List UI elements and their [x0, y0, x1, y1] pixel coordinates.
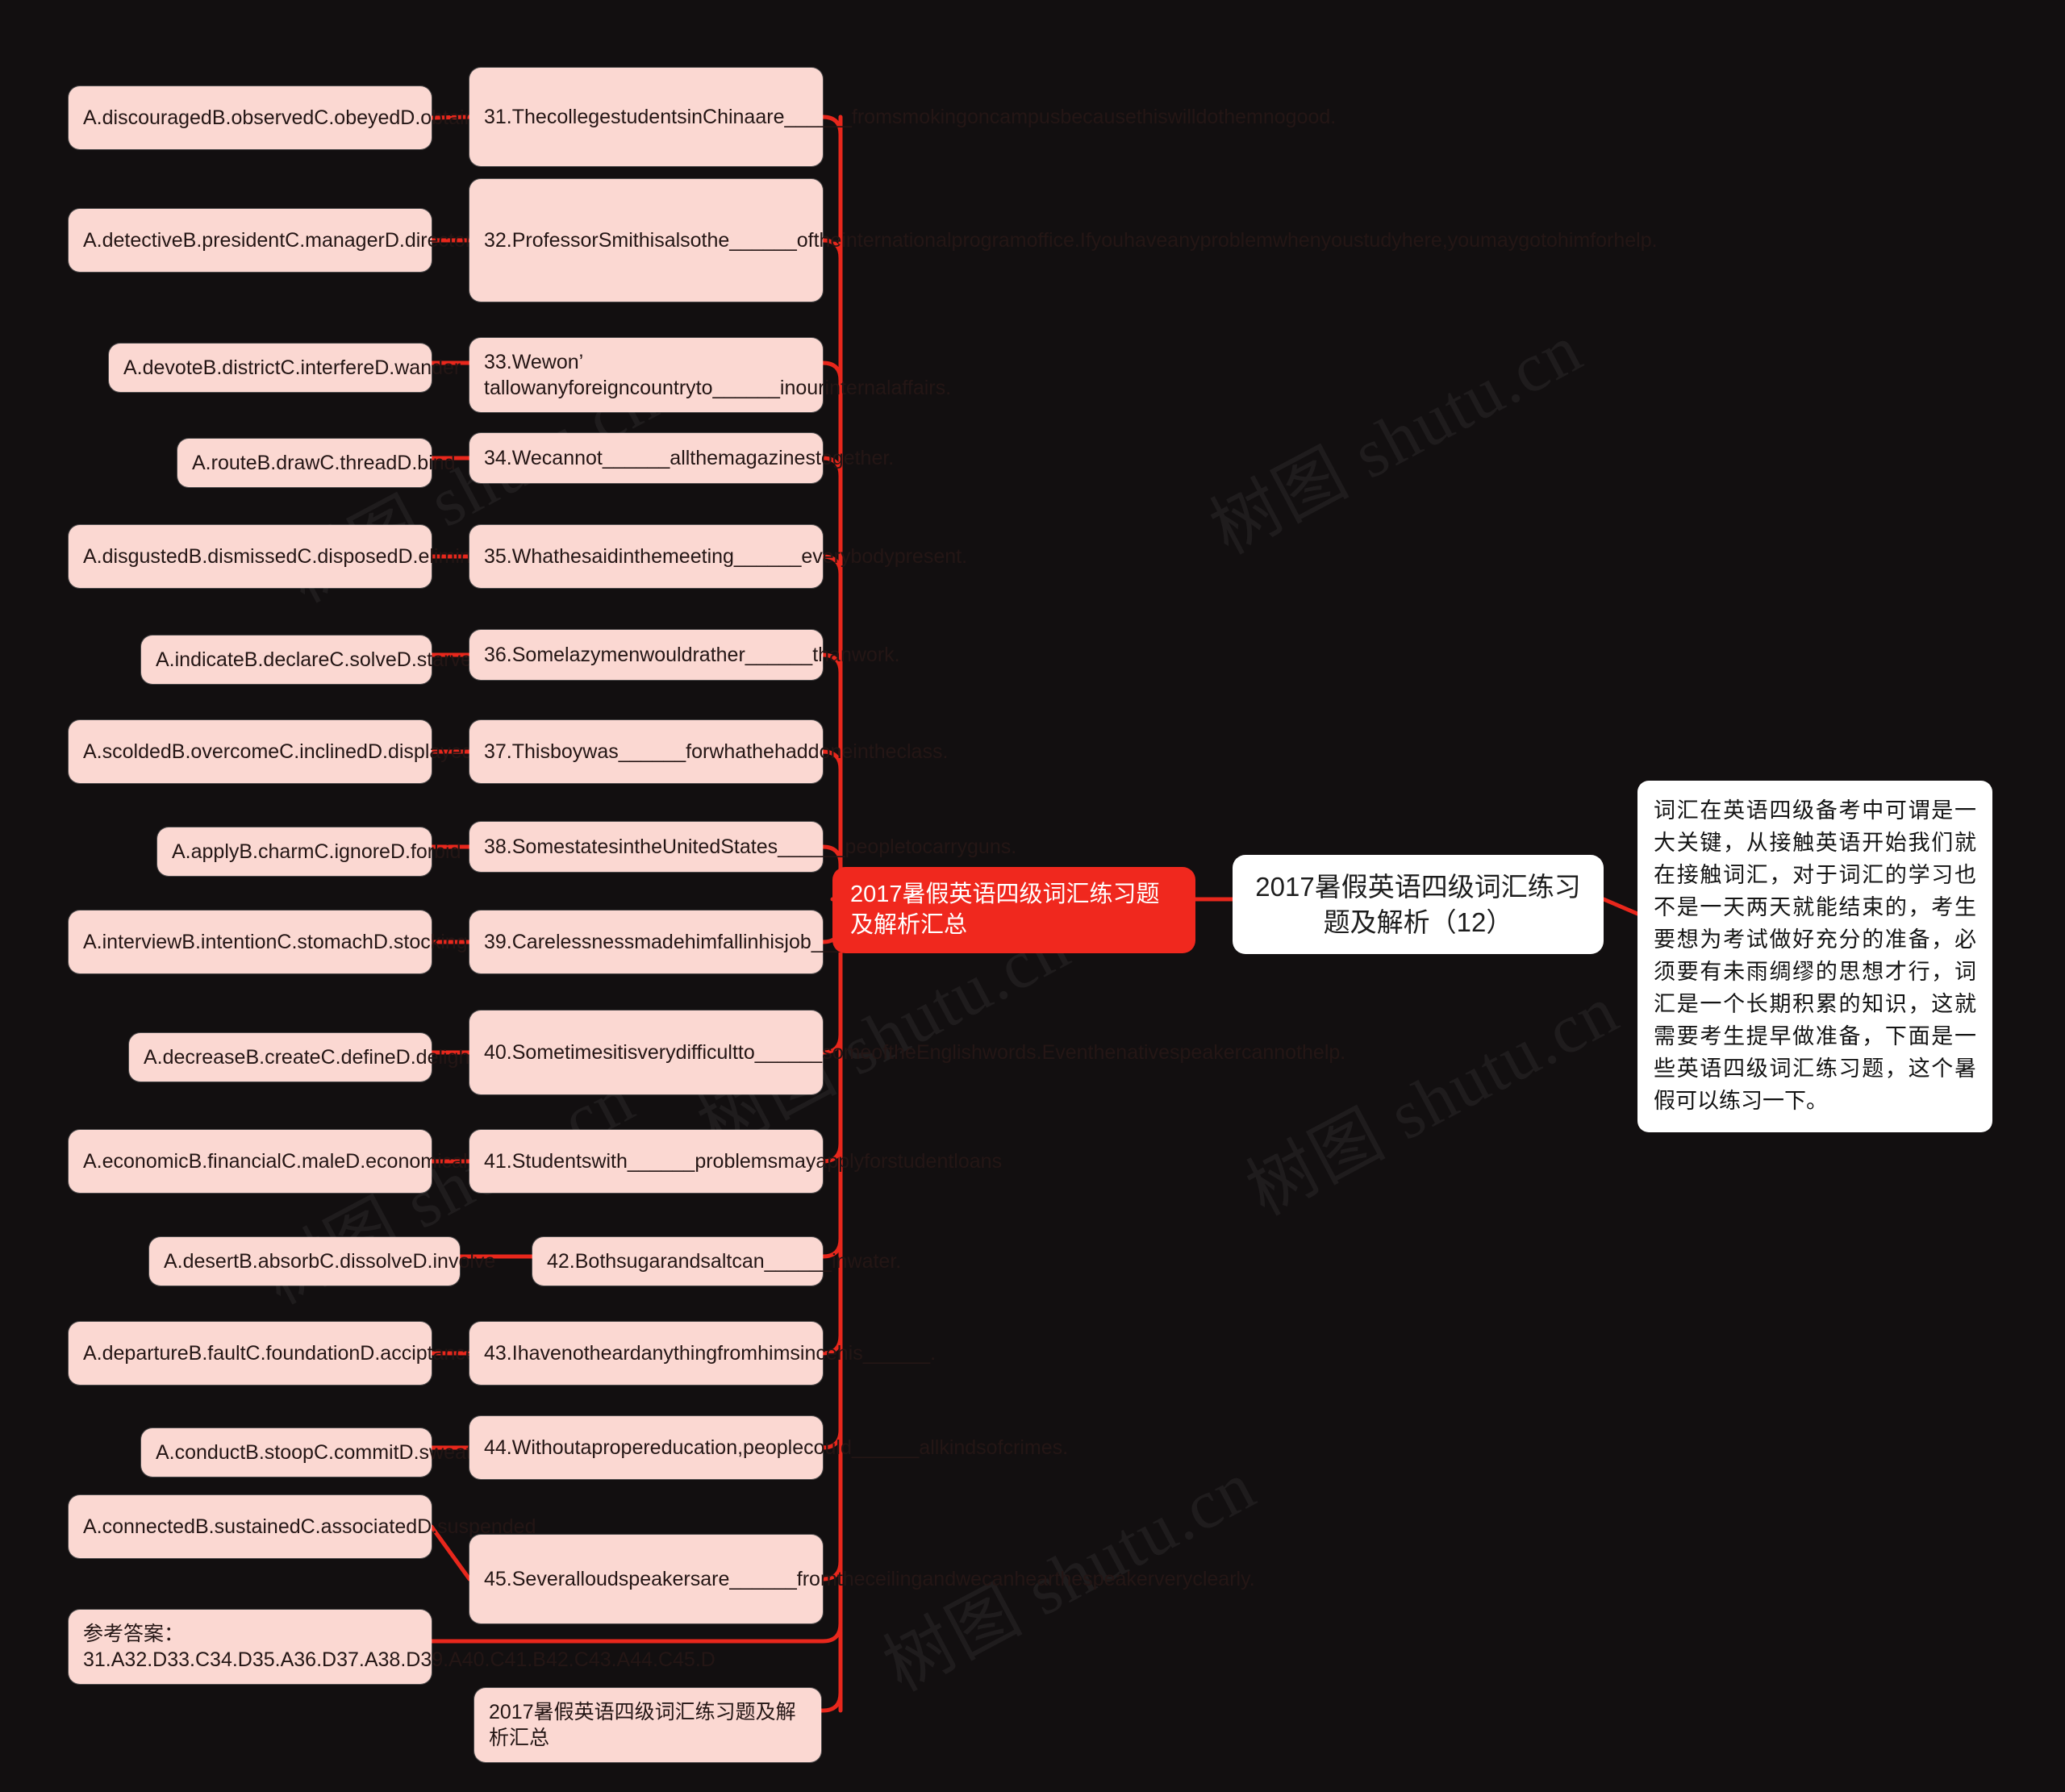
option-node-label: A.disgustedB.dismissedC.disposedD.elimin…: [83, 545, 511, 568]
question-node-label: 31.ThecollegestudentsinChinaare______fro…: [484, 106, 1337, 128]
question-node-label: 35.Whathesaidinthemeeting______everybody…: [484, 545, 968, 568]
question-node[interactable]: 39.Carelessnessmadehimfallinhisjob______…: [469, 911, 885, 973]
root-node[interactable]: 2017暑假英语四级词汇练习题及解析汇总: [832, 867, 1195, 954]
question-node[interactable]: 33.Wewon’ tallowanyforeigncountryto_____…: [469, 338, 952, 412]
question-node[interactable]: 43.Ihavenotheardanythingfromhimsincehis_…: [469, 1322, 937, 1385]
option-node[interactable]: A.disgustedB.dismissedC.disposedD.elimin…: [69, 525, 511, 588]
option-node[interactable]: 参考答案：31.A32.D33.C34.D35.A36.D37.A38.D39.…: [69, 1610, 715, 1684]
option-node[interactable]: A.connectedB.sustainedC.associatedD.susp…: [69, 1495, 536, 1558]
question-node-label: 39.Carelessnessmadehimfallinhisjob______…: [484, 931, 885, 953]
option-node-label: A.discouragedB.observedC.obeyedD.obtaine…: [83, 106, 499, 129]
title-node-label: 2017暑假英语四级词汇练习题及解析（12）: [1255, 872, 1581, 937]
question-node[interactable]: 32.ProfessorSmithisalsothe______oftheint…: [469, 179, 1658, 302]
question-node[interactable]: 36.Somelazymenwouldrather______thanwork.: [469, 630, 900, 680]
option-node-label: 参考答案：31.A32.D33.C34.D35.A36.D37.A38.D39.…: [83, 1623, 715, 1671]
option-node-label: A.interviewB.intentionC.stomachD.stockin…: [83, 931, 468, 953]
summary-bottom-label: 2017暑假英语四级词汇练习题及解析汇总: [489, 1701, 796, 1749]
question-node[interactable]: 42.Bothsugarandsaltcan______inwater.: [532, 1237, 902, 1286]
question-node[interactable]: 35.Whathesaidinthemeeting______everybody…: [469, 525, 968, 588]
question-node-label: 45.Severalloudspeakersare______fromthece…: [484, 1568, 1255, 1590]
option-node-label: A.scoldedB.overcomeC.inclinedD.displayed: [83, 740, 473, 763]
option-node-label: A.devoteB.districtC.interfereD.wander: [123, 356, 461, 379]
title-node[interactable]: 2017暑假英语四级词汇练习题及解析（12）: [1233, 855, 1604, 955]
question-node[interactable]: 31.ThecollegestudentsinChinaare______fro…: [469, 68, 1337, 166]
option-node[interactable]: A.interviewB.intentionC.stomachD.stockin…: [69, 911, 468, 973]
option-node-label: A.economicB.financialC.maleD.economical: [83, 1150, 468, 1173]
question-node-label: 36.Somelazymenwouldrather______thanwork.: [484, 644, 900, 666]
option-node[interactable]: A.applyB.charmC.ignoreD.forbid: [157, 827, 461, 876]
option-node-label: A.conductB.stoopC.commitD.sweat: [156, 1441, 472, 1464]
option-node[interactable]: A.conductB.stoopC.commitD.sweat: [141, 1428, 472, 1477]
option-node[interactable]: A.indicateB.declareC.solveD.starve: [141, 636, 472, 684]
question-node[interactable]: 45.Severalloudspeakersare______fromthece…: [469, 1535, 1255, 1623]
mindmap-canvas: 树图 shutu.cn 树图 shutu.cn 树图 shutu.cn 树图 shut…: [0, 0, 2065, 1792]
option-node-label: A.detectiveB.presidentC.managerD.directo…: [83, 229, 473, 252]
question-node-label: 34.Wecannot______allthemagazinestogether…: [484, 447, 895, 469]
option-node-label: A.decreaseB.createC.defineD.delight: [144, 1046, 476, 1069]
question-node[interactable]: 40.Sometimesitisverydifficultto______som…: [469, 1011, 1346, 1094]
option-node[interactable]: A.departureB.faultC.foundationD.acciptan…: [69, 1322, 477, 1385]
question-node[interactable]: 34.Wecannot______allthemagazinestogether…: [469, 433, 895, 483]
option-node[interactable]: A.desertB.absorbC.dissolveD.involve: [149, 1237, 496, 1286]
question-node-label: 43.Ihavenotheardanythingfromhimsincehis_…: [484, 1342, 937, 1365]
question-node-label: 38.SomestatesintheUnitedStates______peop…: [484, 836, 1017, 858]
option-node[interactable]: A.devoteB.districtC.interfereD.wander: [109, 344, 461, 392]
watermark-text: 树图 shutu.cn: [1198, 309, 1595, 569]
question-node-label: 32.ProfessorSmithisalsothe______oftheint…: [484, 229, 1658, 252]
description-text: 词汇在英语四级备考中可谓是一大关键，从接触英语开始我们就在接触词汇，对于词汇的学…: [1654, 798, 1976, 1113]
option-node[interactable]: A.decreaseB.createC.defineD.delight: [129, 1033, 476, 1081]
option-node[interactable]: A.detectiveB.presidentC.managerD.directo…: [69, 209, 473, 272]
question-node-label: 37.Thisboywas______forwhathehaddoneinthe…: [484, 740, 949, 763]
question-node[interactable]: 37.Thisboywas______forwhathehaddoneinthe…: [469, 720, 949, 783]
option-node[interactable]: A.routeB.drawC.threadD.bind: [177, 439, 456, 487]
option-node-label: A.routeB.drawC.threadD.bind: [192, 452, 456, 474]
option-node[interactable]: A.scoldedB.overcomeC.inclinedD.displayed: [69, 720, 473, 783]
question-node[interactable]: 38.SomestatesintheUnitedStates______peop…: [469, 822, 1017, 872]
connector-path: [819, 1690, 843, 1713]
watermark-text: 树图 shutu.cn: [1234, 970, 1631, 1231]
description-node[interactable]: 词汇在英语四级备考中可谓是一大关键，从接触英语开始我们就在接触词汇，对于词汇的学…: [1637, 781, 1992, 1132]
option-node-label: A.indicateB.declareC.solveD.starve: [156, 648, 472, 671]
question-node-label: 41.Studentswith______problemsmayapplyfor…: [484, 1150, 1003, 1173]
question-node-label: 42.Bothsugarandsaltcan______inwater.: [547, 1250, 902, 1273]
connector-path: [1601, 897, 1640, 916]
question-node[interactable]: 44.Withoutapropereducation,peoplecould__…: [469, 1416, 1069, 1479]
question-node-label: 33.Wewon’ tallowanyforeigncountryto_____…: [484, 351, 952, 399]
option-node[interactable]: A.discouragedB.observedC.obeyedD.obtaine…: [69, 86, 499, 149]
option-node-label: A.desertB.absorbC.dissolveD.involve: [164, 1250, 496, 1273]
option-node[interactable]: A.economicB.financialC.maleD.economical: [69, 1130, 468, 1193]
root-node-label: 2017暑假英语四级词汇练习题及解析汇总: [850, 881, 1160, 938]
question-node[interactable]: 41.Studentswith______problemsmayapplyfor…: [469, 1130, 1003, 1193]
option-node-label: A.connectedB.sustainedC.associatedD.susp…: [83, 1515, 536, 1538]
question-node-label: 44.Withoutapropereducation,peoplecould__…: [484, 1436, 1069, 1459]
summary-bottom-node[interactable]: 2017暑假英语四级词汇练习题及解析汇总: [474, 1688, 821, 1762]
connector-path: [429, 1621, 843, 1644]
question-node-label: 40.Sometimesitisverydifficultto______som…: [484, 1041, 1346, 1064]
option-node-label: A.departureB.faultC.foundationD.acciptan…: [83, 1342, 477, 1365]
option-node-label: A.applyB.charmC.ignoreD.forbid: [172, 840, 461, 863]
